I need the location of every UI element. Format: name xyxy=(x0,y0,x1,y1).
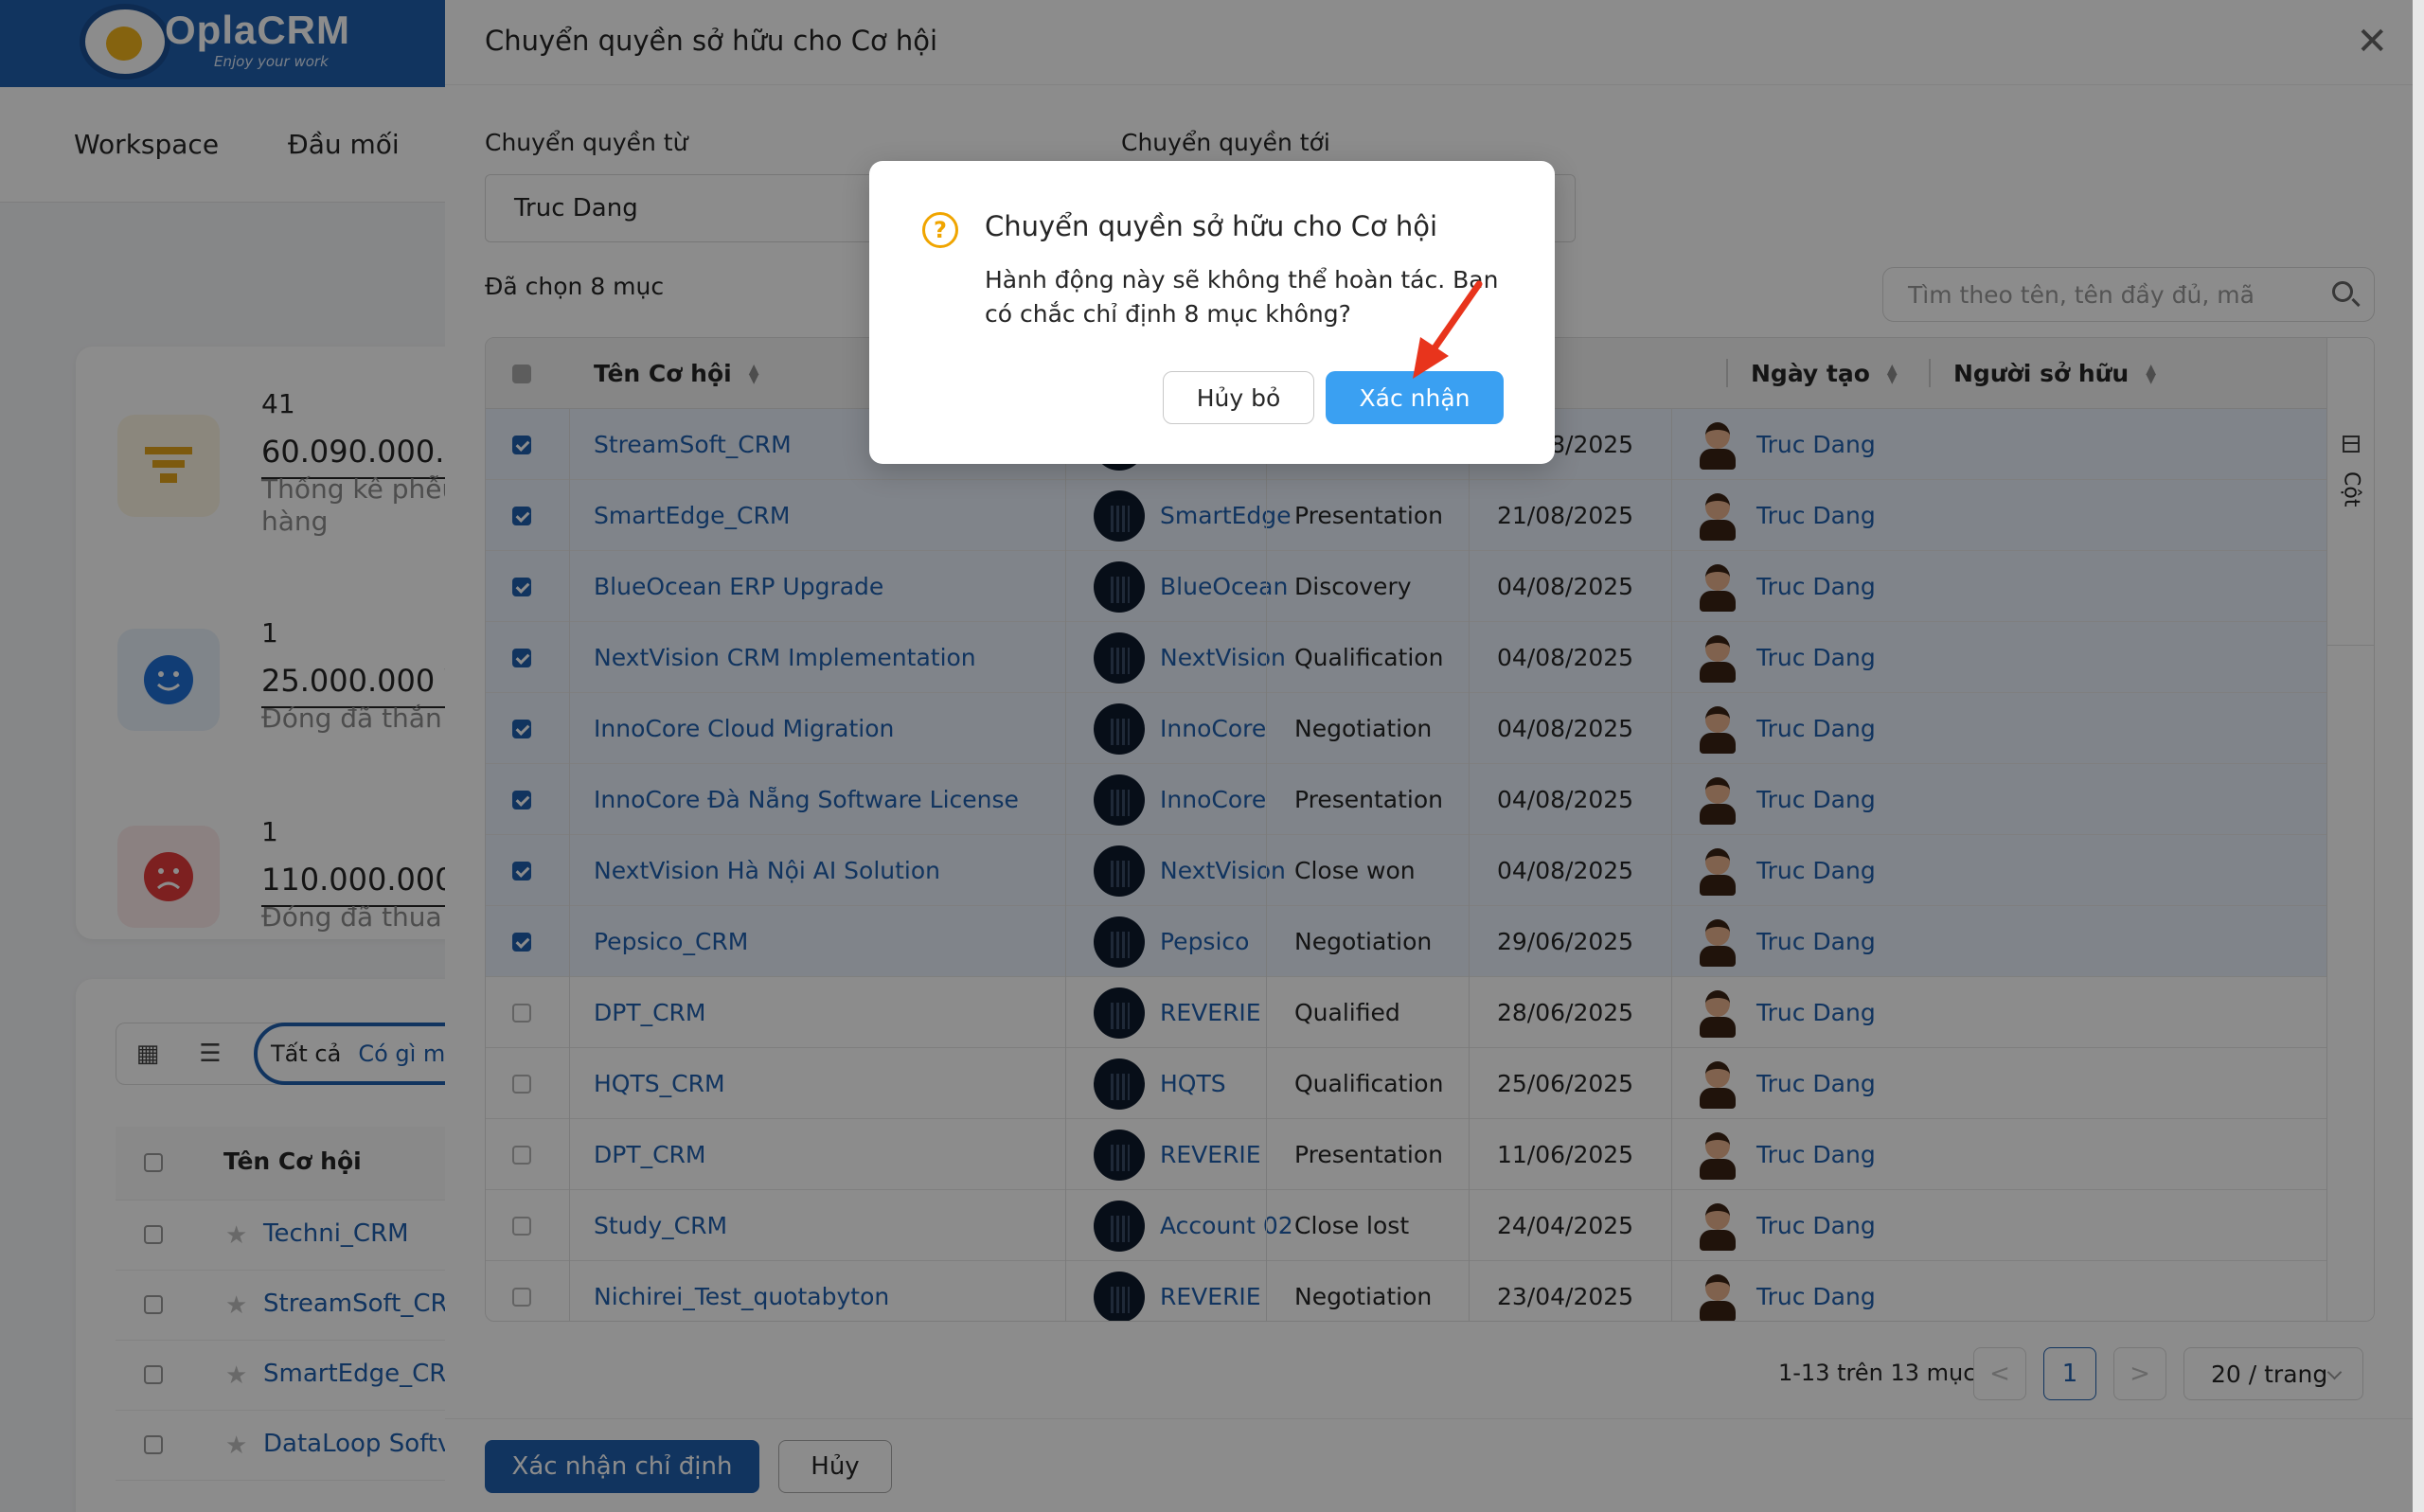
annotation-arrow-icon xyxy=(1413,280,1483,379)
